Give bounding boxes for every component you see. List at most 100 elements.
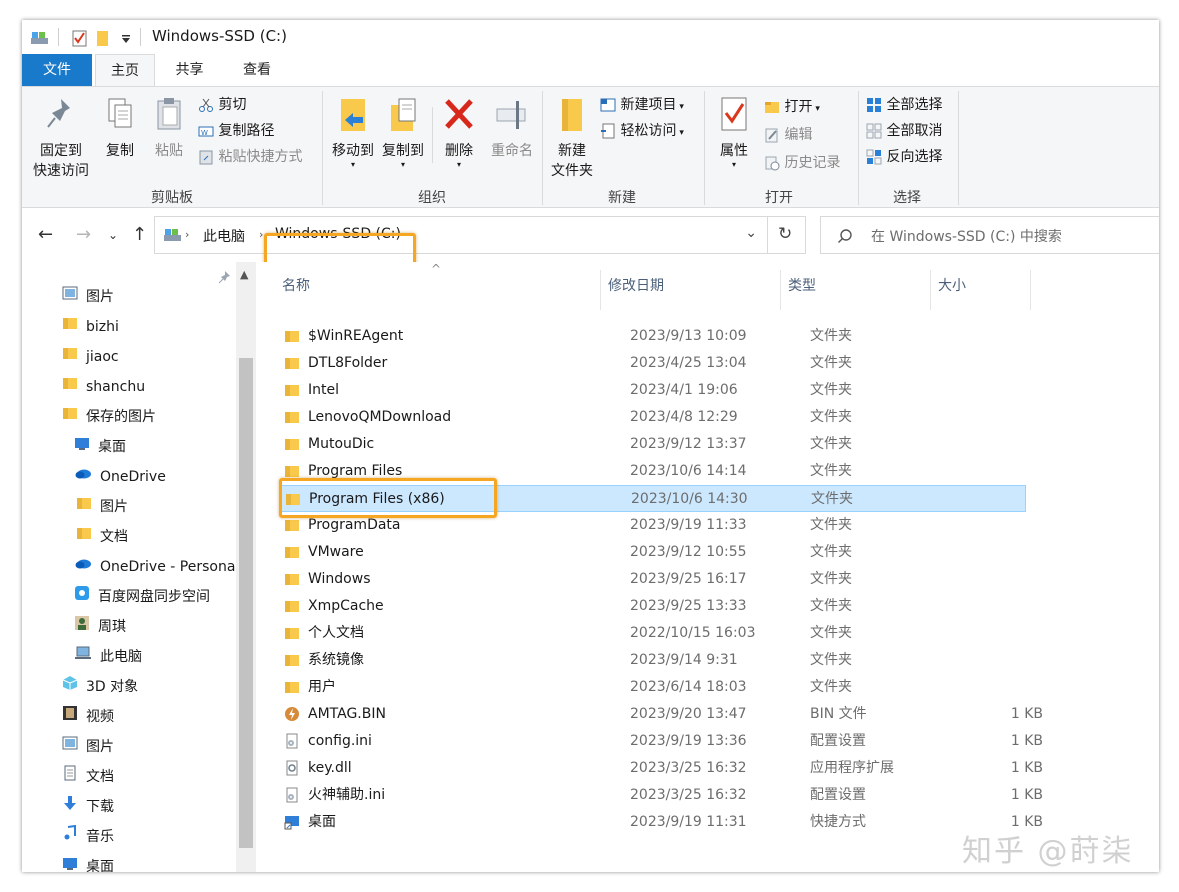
nav-item[interactable]: OneDrive — [74, 463, 166, 491]
pin-icon[interactable] — [218, 270, 232, 284]
nav-item[interactable]: bizhi — [62, 313, 119, 341]
nav-item[interactable]: 3D 对象 — [62, 673, 138, 701]
file-row[interactable]: LenovoQMDownload 2023/4/8 12:29 文件夹 — [280, 404, 1026, 431]
search-box[interactable]: 在 Windows-SSD (C:) 中搜索 — [820, 216, 1159, 254]
pin-quick-access-button[interactable]: 固定到 快速访问 — [28, 95, 94, 181]
copy-path-button[interactable]: W 复制路径 — [198, 121, 274, 141]
nav-item[interactable]: 周琪 — [74, 613, 126, 641]
nav-item[interactable]: 视频 — [62, 703, 114, 731]
file-row[interactable]: $WinREAgent 2023/9/13 10:09 文件夹 — [280, 323, 1026, 350]
properties-quick-icon[interactable] — [72, 29, 88, 47]
up-button[interactable]: ↑ — [132, 224, 147, 245]
delete-button[interactable]: 删除 ▾ — [436, 95, 482, 169]
file-row[interactable]: 用户 2023/6/14 18:03 文件夹 — [280, 674, 1026, 701]
copy-to-button[interactable]: 复制到 ▾ — [378, 95, 428, 169]
forward-button[interactable]: → — [76, 224, 91, 245]
nav-scrollbar[interactable]: ▲ — [236, 262, 256, 872]
nav-item[interactable]: 百度网盘同步空间 — [74, 583, 210, 611]
nav-item-label: shanchu — [86, 379, 146, 395]
file-row[interactable]: VMware 2023/9/12 10:55 文件夹 — [280, 539, 1026, 566]
file-type: 文件夹 — [810, 544, 852, 560]
window-title: Windows-SSD (C:) — [152, 27, 287, 45]
move-to-button[interactable]: 移动到 ▾ — [326, 95, 380, 169]
file-row[interactable]: MutouDic 2023/9/12 13:37 文件夹 — [280, 431, 1026, 458]
group-label-clipboard: 剪贴板 — [151, 190, 193, 206]
column-header-size[interactable]: 大小 — [938, 270, 966, 302]
copy-button[interactable]: 复制 — [98, 95, 142, 161]
open-button[interactable]: 打开 ▾ — [764, 97, 820, 119]
column-header-date[interactable]: 修改日期 — [608, 270, 664, 302]
column-header-type[interactable]: 类型 — [788, 270, 816, 302]
scroll-up-icon[interactable]: ▲ — [240, 268, 248, 281]
nav-item[interactable]: 文档 — [62, 763, 114, 791]
video-icon — [62, 703, 78, 731]
refresh-icon: ↻ — [778, 224, 793, 244]
nav-item[interactable]: 保存的图片 — [62, 403, 156, 431]
new-item-button[interactable]: 新建项目 ▾ — [600, 95, 684, 117]
nav-item[interactable]: 桌面 — [74, 433, 126, 461]
new-folder-button[interactable]: 新建 文件夹 — [546, 95, 598, 181]
nav-item[interactable]: 图片 — [62, 733, 114, 761]
tab-file[interactable]: 文件 — [22, 54, 92, 86]
customize-toolbar-icon[interactable] — [120, 29, 132, 47]
nav-item[interactable]: 桌面 — [62, 853, 114, 872]
nav-item[interactable]: 音乐 — [62, 823, 114, 851]
history-button[interactable]: 历史记录 — [764, 153, 840, 173]
file-type: BIN 文件 — [810, 706, 867, 722]
file-row[interactable]: 系统镜像 2023/9/14 9:31 文件夹 — [280, 647, 1026, 674]
column-header-name[interactable]: 名称 — [282, 270, 310, 302]
nav-item[interactable]: 图片 — [62, 283, 114, 311]
address-bar[interactable]: › 此电脑 › Windows-SSD (C:) ⌄ — [154, 216, 768, 254]
file-date: 2023/10/6 14:30 — [631, 491, 748, 507]
properties-label: 属性 — [720, 143, 748, 159]
back-button[interactable]: ← — [38, 224, 53, 245]
file-row[interactable]: XmpCache 2023/9/25 13:33 文件夹 — [280, 593, 1026, 620]
nav-item[interactable]: jiaoc — [62, 343, 119, 371]
easy-access-button[interactable]: 轻松访问 ▾ — [600, 121, 684, 143]
file-row[interactable]: AMTAG.BIN 2023/9/20 13:47 BIN 文件 1 KB — [280, 701, 1043, 728]
file-row[interactable]: 火神辅助.ini 2023/3/25 16:32 配置设置 1 KB — [280, 782, 1043, 809]
cut-button[interactable]: 剪切 — [198, 95, 246, 115]
tab-home[interactable]: 主页 — [95, 54, 155, 87]
invert-selection-button[interactable]: 反向选择 — [866, 147, 942, 167]
file-row[interactable]: Windows 2023/9/25 16:17 文件夹 — [280, 566, 1026, 593]
file-name: config.ini — [308, 733, 372, 749]
file-row[interactable]: key.dll 2023/3/25 16:32 应用程序扩展 1 KB — [280, 755, 1043, 782]
cloud-icon — [74, 463, 92, 491]
tab-share[interactable]: 共享 — [162, 54, 217, 86]
file-name: 个人文档 — [308, 625, 364, 641]
edit-button[interactable]: 编辑 — [764, 125, 812, 145]
nav-item[interactable]: shanchu — [62, 373, 145, 401]
cut-label: 剪切 — [218, 97, 247, 113]
nav-item[interactable]: 图片 — [76, 493, 128, 521]
file-row[interactable]: 桌面 2023/9/19 11:31 快捷方式 1 KB — [280, 809, 1043, 836]
select-all-button[interactable]: 全部选择 — [866, 95, 942, 115]
file-row[interactable]: DTL8Folder 2023/4/25 13:04 文件夹 — [280, 350, 1026, 377]
address-dropdown-icon[interactable]: ⌄ — [745, 225, 757, 241]
refresh-button[interactable]: ↻ — [768, 216, 806, 254]
rename-button[interactable]: 重命名 — [484, 95, 540, 161]
3d-objects-icon — [62, 673, 78, 701]
nav-item[interactable]: 文档 — [76, 523, 128, 551]
select-none-button[interactable]: 全部取消 — [866, 121, 942, 141]
select-none-label: 全部取消 — [886, 123, 943, 139]
file-name: XmpCache — [308, 598, 384, 614]
file-row[interactable]: 个人文档 2022/10/15 16:03 文件夹 — [280, 620, 1026, 647]
recent-locations-button[interactable]: ⌄ — [108, 228, 118, 242]
breadcrumb-this-pc[interactable]: 此电脑 — [203, 226, 245, 246]
scroll-thumb[interactable] — [239, 358, 253, 848]
properties-button[interactable]: 属性 ▾ — [708, 95, 760, 169]
nav-item-label: 文档 — [86, 769, 114, 785]
tab-view[interactable]: 查看 — [227, 54, 287, 86]
file-row[interactable]: config.ini 2023/9/19 13:36 配置设置 1 KB — [280, 728, 1043, 755]
copy-to-icon — [391, 98, 416, 131]
paste-shortcut-button[interactable]: 粘贴快捷方式 — [198, 147, 302, 167]
nav-item[interactable]: 下载 — [62, 793, 114, 821]
nav-item[interactable]: 此电脑 — [74, 643, 142, 671]
new-folder-quick-icon[interactable] — [96, 29, 110, 47]
nav-item[interactable]: OneDrive - Personal — [74, 553, 239, 581]
file-type: 文件夹 — [810, 409, 852, 425]
paste-button[interactable]: 粘贴 — [148, 95, 190, 161]
rename-label: 重命名 — [491, 143, 533, 159]
file-row[interactable]: Intel 2023/4/1 19:06 文件夹 — [280, 377, 1026, 404]
